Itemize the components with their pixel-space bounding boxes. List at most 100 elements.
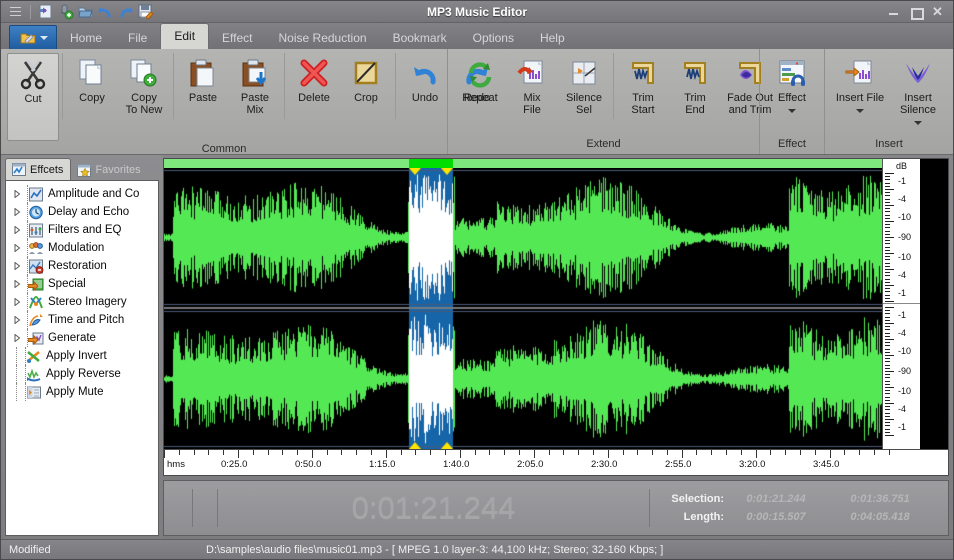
insert-silence-button[interactable]: Insert Silence [889, 53, 947, 125]
paste-button-label: Paste [188, 92, 218, 104]
cut-button[interactable]: Cut [7, 53, 59, 141]
expand-arrow-icon[interactable] [12, 208, 23, 216]
ribbon-tab-help[interactable]: Help [527, 27, 578, 49]
ruler-tick [194, 450, 195, 455]
ruler-label: 1:40.0 [443, 459, 470, 470]
time-ruler[interactable]: hms 0:25.0 0:50.0 1:15.0 1:40.0 2:05.0 2:30.0… [163, 450, 949, 476]
ruler-tick [253, 450, 254, 455]
silence-sel-button[interactable]: Silence Sel [558, 53, 610, 119]
tree-item-delay-and-echo[interactable]: Delay and Echo [8, 203, 156, 221]
app-button[interactable] [9, 25, 57, 49]
ribbon-tab-noise-reduction[interactable]: Noise Reduction [266, 27, 380, 49]
tree-item-filters-and-eq[interactable]: Filters and EQ [8, 221, 156, 239]
expand-arrow-icon[interactable] [12, 298, 23, 306]
new-file-icon[interactable] [37, 3, 54, 20]
ribbon-subgroup: Repeat Mix File Silence Sel [454, 53, 610, 119]
waveform-panel[interactable]: dB -1 -4 -10 -90 -10 -4 -1 -1 -4 -10 -90 -10 -4 -1 [163, 158, 949, 450]
application-window: MP3 Music Editor ✕ Home File Edit Effect Noi… [0, 0, 954, 560]
overview-bar[interactable] [164, 159, 882, 168]
db-tick [885, 399, 890, 401]
expand-arrow-icon[interactable] [12, 226, 23, 234]
tree-item-apply-reverse[interactable]: Apply Reverse [8, 365, 156, 383]
sidebar-tab-effcets[interactable]: Effcets [5, 158, 72, 180]
db-tick [885, 176, 890, 178]
paste-mix-button[interactable]: Paste Mix [229, 53, 281, 119]
apply-invert-icon [26, 349, 42, 364]
expand-arrow-icon[interactable] [12, 334, 23, 342]
chevron-down-icon[interactable] [914, 121, 922, 125]
delete-button[interactable]: Delete [288, 53, 340, 119]
tree-guide [12, 365, 21, 383]
tree-item-modulation[interactable]: Modulation [8, 239, 156, 257]
insert-file-button[interactable]: Insert File [831, 53, 889, 125]
label-line-2: End [685, 104, 705, 116]
minimize-button[interactable] [887, 6, 900, 18]
trim-start-button[interactable]: Trim Start [617, 53, 669, 119]
db-tick [885, 224, 890, 226]
undo-icon[interactable] [97, 3, 114, 20]
ribbon-tab-effect[interactable]: Effect [209, 27, 265, 49]
tree-guide [23, 329, 28, 347]
record-icon[interactable] [57, 3, 74, 20]
paste-button[interactable]: Paste [177, 53, 229, 119]
db-tick [885, 198, 890, 200]
panel-right-pad [920, 159, 948, 449]
tree-item-apply-invert[interactable]: Apply Invert [8, 347, 156, 365]
expand-arrow-icon[interactable] [12, 190, 23, 198]
effects-tree[interactable]: Amplitude and Co Delay and Echo Filters an… [5, 180, 159, 536]
chevron-down-icon[interactable] [788, 109, 796, 113]
expand-arrow-icon[interactable] [12, 316, 23, 324]
copy-to-new-button[interactable]: Copy To New [118, 53, 170, 119]
effect-button[interactable]: Effect [766, 53, 818, 119]
mix-file-button[interactable]: Mix File [506, 53, 558, 119]
ruler-tick [386, 450, 387, 458]
ruler-tick [268, 450, 269, 455]
tree-item-generate[interactable]: Generate [8, 329, 156, 347]
tree-guide [12, 347, 21, 365]
tree-guide [23, 185, 28, 203]
db-tick [885, 355, 894, 356]
crop-button[interactable]: Crop [340, 53, 392, 119]
chevron-down-icon[interactable] [856, 109, 864, 113]
redo-icon[interactable] [117, 3, 134, 20]
repeat-button[interactable]: Repeat [454, 53, 506, 119]
save-icon[interactable] [137, 3, 154, 20]
tree-guide [21, 383, 26, 401]
tree-item-restoration[interactable]: Restoration [8, 257, 156, 275]
app-menu-icon[interactable] [7, 3, 24, 20]
ribbon-tab-edit[interactable]: Edit [160, 23, 210, 49]
ruler-tick [563, 450, 564, 455]
ruler-tick [741, 450, 742, 455]
copy-button[interactable]: Copy [66, 53, 118, 119]
tree-item-amplitude-and-co[interactable]: Amplitude and Co [8, 185, 156, 203]
undo-button[interactable]: Undo [399, 53, 451, 119]
tree-guide [21, 347, 26, 365]
undo-arrow-icon [409, 57, 441, 89]
tree-item-special[interactable]: Special [8, 275, 156, 293]
tree-item-stereo-imagery[interactable]: Stereo Imagery [8, 293, 156, 311]
label-line-2: Sel [576, 104, 592, 116]
ribbon-tab-options[interactable]: Options [460, 27, 527, 49]
generate-icon [27, 331, 44, 346]
ruler-tick [371, 450, 372, 455]
window-controls: ✕ [887, 5, 953, 20]
tree-item-label: Modulation [48, 242, 105, 254]
ribbon-tab-home[interactable]: Home [57, 27, 115, 49]
waveform-canvas-area[interactable] [164, 159, 882, 449]
db-scale-title: dB [896, 161, 908, 171]
tree-item-apply-mute[interactable]: Apply Mute [8, 383, 156, 401]
trim-end-button[interactable]: Trim End [669, 53, 721, 119]
db-tick [885, 335, 890, 337]
maximize-button[interactable] [909, 6, 924, 20]
close-button[interactable]: ✕ [931, 5, 944, 18]
db-tick [885, 269, 894, 270]
ribbon-tab-bookmark[interactable]: Bookmark [380, 27, 460, 49]
expand-arrow-icon[interactable] [12, 244, 23, 252]
open-file-icon[interactable] [77, 3, 94, 20]
tree-item-time-and-pitch[interactable]: Time and Pitch [8, 311, 156, 329]
db-tick [885, 390, 890, 392]
ribbon-tab-file[interactable]: File [115, 27, 160, 49]
expand-arrow-icon[interactable] [12, 262, 23, 270]
expand-arrow-icon[interactable] [12, 280, 23, 288]
sidebar-tab-favorites[interactable]: Favorites [71, 160, 147, 180]
